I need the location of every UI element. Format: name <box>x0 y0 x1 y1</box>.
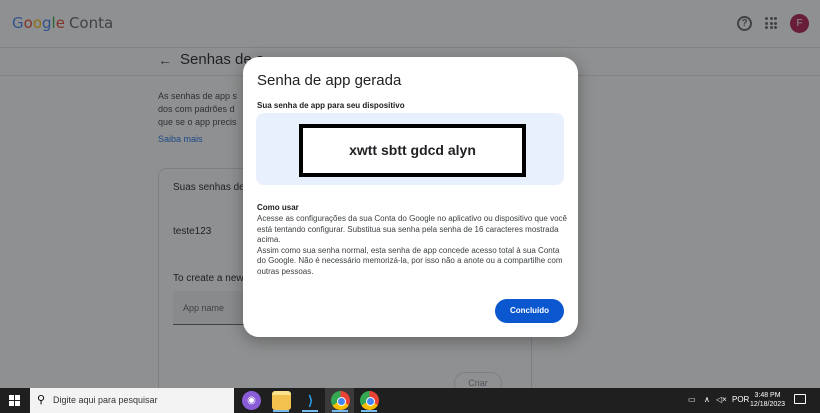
github-desktop-icon[interactable]: ◉ <box>242 391 261 410</box>
tray-chevron-icon[interactable]: ∧ <box>704 395 710 404</box>
app-password-dialog: Senha de app gerada Sua senha de app par… <box>243 57 578 337</box>
howto-title: Como usar <box>257 203 299 212</box>
active-indicator <box>302 410 318 412</box>
active-indicator <box>361 410 377 412</box>
dialog-subtitle: Sua senha de app para seu dispositivo <box>257 101 405 110</box>
generated-password[interactable]: xwtt sbtt gdcd alyn <box>303 128 522 173</box>
vscode-icon[interactable]: ⟩ <box>301 391 320 410</box>
file-explorer-icon[interactable] <box>272 391 291 410</box>
taskbar-search-box[interactable]: ⚲ Digite aqui para pesquisar <box>30 388 234 413</box>
windows-start-icon[interactable] <box>9 395 20 406</box>
active-indicator <box>273 410 289 412</box>
password-box: xwtt sbtt gdcd alyn <box>299 124 526 177</box>
dialog-title: Senha de app gerada <box>257 72 402 89</box>
notification-icon[interactable] <box>794 394 806 404</box>
windows-taskbar: ⚲ Digite aqui para pesquisar ◉ ⟩ ▭ ∧ ◁× … <box>0 388 820 413</box>
taskbar-search-placeholder: Digite aqui para pesquisar <box>53 395 158 405</box>
language-indicator[interactable]: POR <box>732 395 749 404</box>
active-indicator <box>332 410 348 412</box>
search-icon: ⚲ <box>37 394 46 406</box>
howto-text: Acesse as configurações da sua Conta do … <box>257 214 569 277</box>
taskbar-clock[interactable]: 3:48 PM 12/18/2023 <box>750 391 785 409</box>
chrome-icon[interactable] <box>360 391 379 410</box>
volume-muted-icon[interactable]: ◁× <box>716 395 727 404</box>
clock-date: 12/18/2023 <box>750 401 786 408</box>
network-icon[interactable]: ▭ <box>688 395 696 404</box>
howto-paragraph: Assim como sua senha normal, esta senha … <box>257 245 563 276</box>
chrome-icon[interactable] <box>331 391 350 410</box>
howto-paragraph: Acesse as configurações da sua Conta do … <box>257 214 567 244</box>
done-button[interactable]: Concluído <box>495 299 564 323</box>
clock-time: 3:48 PM <box>754 392 781 399</box>
